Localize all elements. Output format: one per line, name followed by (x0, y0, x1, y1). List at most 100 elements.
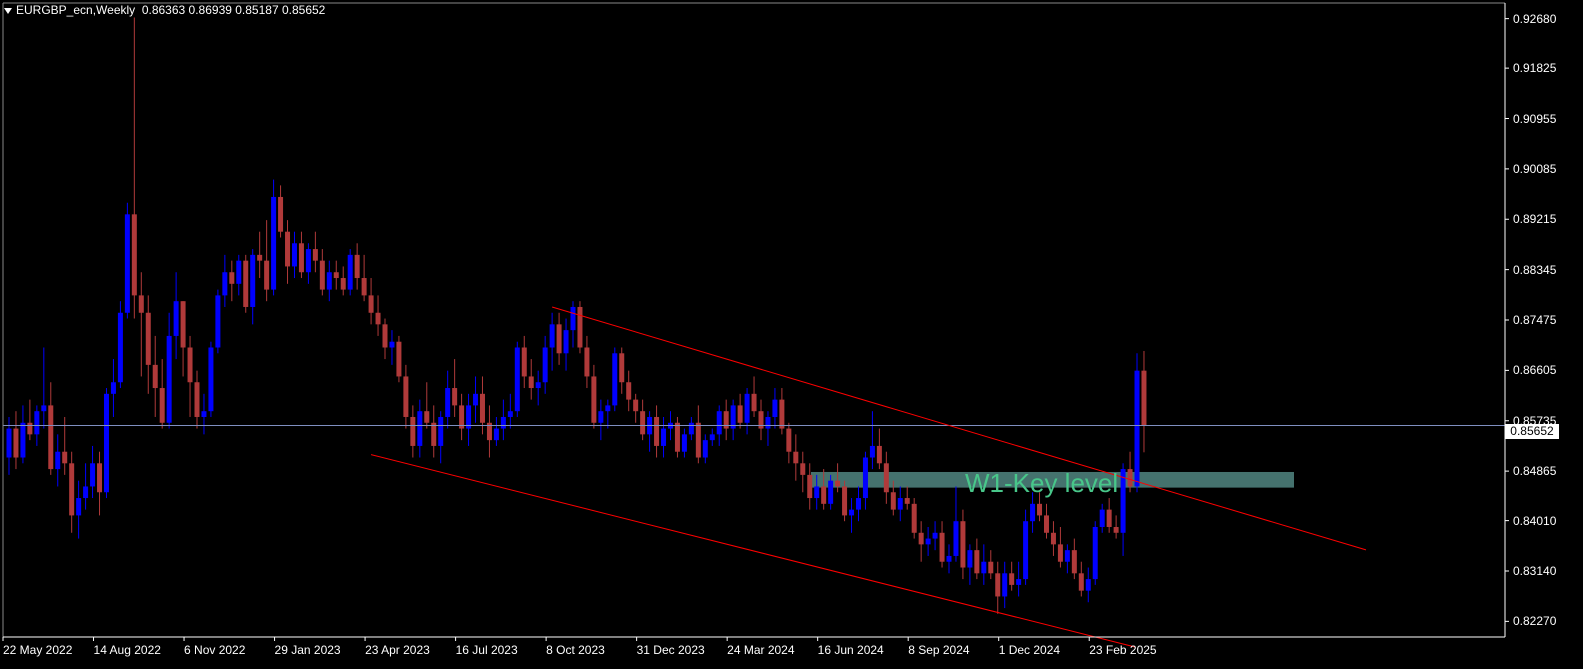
candle-bear (403, 376, 409, 417)
candle-bear (633, 399, 639, 412)
candle-bull (765, 416, 771, 429)
candle-bull (702, 440, 708, 458)
candle-bull (305, 249, 311, 273)
candle-bull (20, 422, 26, 458)
ohlc-values: 0.86363 0.86939 0.85187 0.85652 (141, 3, 326, 17)
candle-bull (688, 422, 694, 435)
candle-bull (563, 330, 569, 354)
candle-bear (556, 324, 562, 354)
candle-bull (445, 388, 451, 417)
candle-bear (640, 411, 646, 435)
candle-bear (340, 278, 346, 290)
candle-bear (1141, 370, 1147, 426)
candle-bear (800, 463, 806, 475)
candle-bull (1002, 573, 1008, 597)
candle-bull (250, 254, 256, 307)
candle-bear (737, 405, 743, 423)
x-tick-label: 16 Jun 2024 (817, 643, 884, 657)
candle-bull (953, 521, 959, 556)
candle-bear (1127, 469, 1133, 487)
candle-bear (1050, 532, 1056, 545)
candle-bear (591, 376, 597, 423)
candle-bull (744, 393, 750, 423)
candle-bear (424, 411, 430, 423)
candle-bear (285, 231, 291, 267)
y-tick-label: 0.89215 (1513, 212, 1557, 227)
y-tick-label: 0.91825 (1513, 61, 1557, 76)
y-tick-label: 0.84010 (1513, 513, 1557, 528)
candle-bear (974, 550, 980, 574)
x-tick-label: 23 Feb 2025 (1089, 643, 1157, 657)
candle-bear (194, 382, 200, 417)
candle-bull (493, 428, 499, 441)
price-chart[interactable] (0, 0, 1583, 669)
candle-bear (159, 388, 165, 423)
candle-bull (507, 411, 513, 417)
candle-bull (173, 301, 179, 336)
candle-bull (208, 347, 214, 412)
candle-bear (1043, 515, 1049, 533)
candle-bull (612, 353, 618, 406)
candle-bull (570, 306, 576, 331)
y-tick-label: 0.82270 (1513, 614, 1557, 629)
candle-bull (90, 463, 96, 487)
candle-bull (661, 428, 667, 446)
x-tick-label: 8 Oct 2023 (546, 643, 605, 657)
candle-bear (654, 416, 660, 446)
candle-bear (368, 295, 374, 313)
candle-bear (1037, 503, 1043, 516)
candle-bear (528, 376, 534, 389)
candle-bull (76, 498, 82, 516)
candle-bull (34, 411, 40, 435)
candle-bull (925, 538, 931, 545)
candle-bear (876, 445, 882, 464)
candle-bear (995, 573, 1001, 597)
x-tick-label: 22 May 2022 (3, 643, 73, 657)
candle-bull (1030, 503, 1036, 522)
candle-bear (1078, 573, 1084, 591)
candle-bull (1120, 469, 1126, 533)
candle-bull (215, 295, 221, 348)
candle-bull (291, 243, 297, 267)
y-tick-label: 0.92680 (1513, 11, 1557, 26)
candle-bull (535, 382, 541, 389)
symbol-label: EURGBP_ecn,Weekly (16, 3, 136, 17)
candle-bear (584, 347, 590, 377)
candle-bear (521, 347, 527, 377)
candle-bear (960, 521, 966, 568)
candle-bear (695, 422, 701, 458)
candle-bear (48, 405, 54, 470)
candle-bear (431, 422, 437, 446)
candle-bear (69, 463, 75, 516)
candle-bull (967, 550, 973, 568)
candle-bull (542, 347, 548, 383)
candle-bull (166, 335, 172, 423)
candle-bull (110, 382, 116, 394)
x-tick-label: 6 Nov 2022 (184, 643, 246, 657)
candle-bull (598, 411, 604, 423)
candle-bear (821, 486, 827, 504)
candle-bear (97, 463, 103, 493)
candle-bull (772, 399, 778, 417)
candle-bear (793, 451, 799, 464)
y-tick-label: 0.90955 (1513, 111, 1557, 126)
candle-bull (124, 214, 130, 313)
candle-bull (605, 405, 611, 412)
candle-bear (577, 306, 583, 348)
candle-bull (932, 532, 938, 539)
current-price-label: 0.85652 (1505, 424, 1559, 439)
candle-bear (1106, 509, 1112, 527)
candle-bear (807, 474, 813, 499)
candle-bull (1099, 509, 1105, 527)
candle-bear (904, 498, 910, 504)
candle-bull (83, 486, 89, 499)
y-tick-label: 0.84865 (1513, 464, 1557, 479)
candle-bull (1023, 521, 1029, 580)
chart-menu-icon[interactable] (4, 7, 12, 14)
candle-bull (117, 312, 123, 383)
candle-bear (410, 416, 416, 446)
y-tick-label: 0.90085 (1513, 161, 1557, 176)
x-tick-label: 1 Dec 2024 (998, 643, 1061, 657)
candle-bull (946, 555, 952, 562)
chart-header[interactable]: EURGBP_ecn,Weekly 0.86363 0.86939 0.8518… (4, 3, 325, 17)
